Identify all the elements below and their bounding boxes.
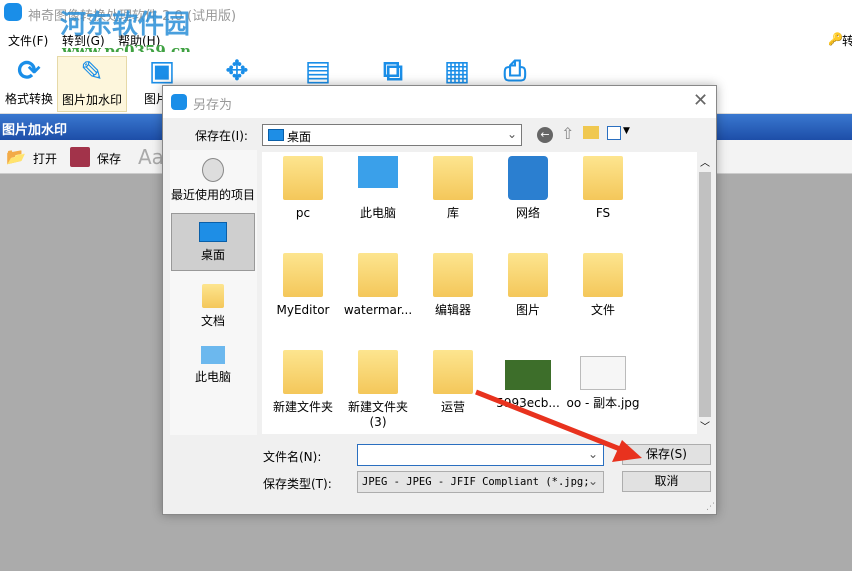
arrow-shaft [475,389,626,454]
annotation-arrow [475,389,642,462]
arrow-head [612,440,642,462]
